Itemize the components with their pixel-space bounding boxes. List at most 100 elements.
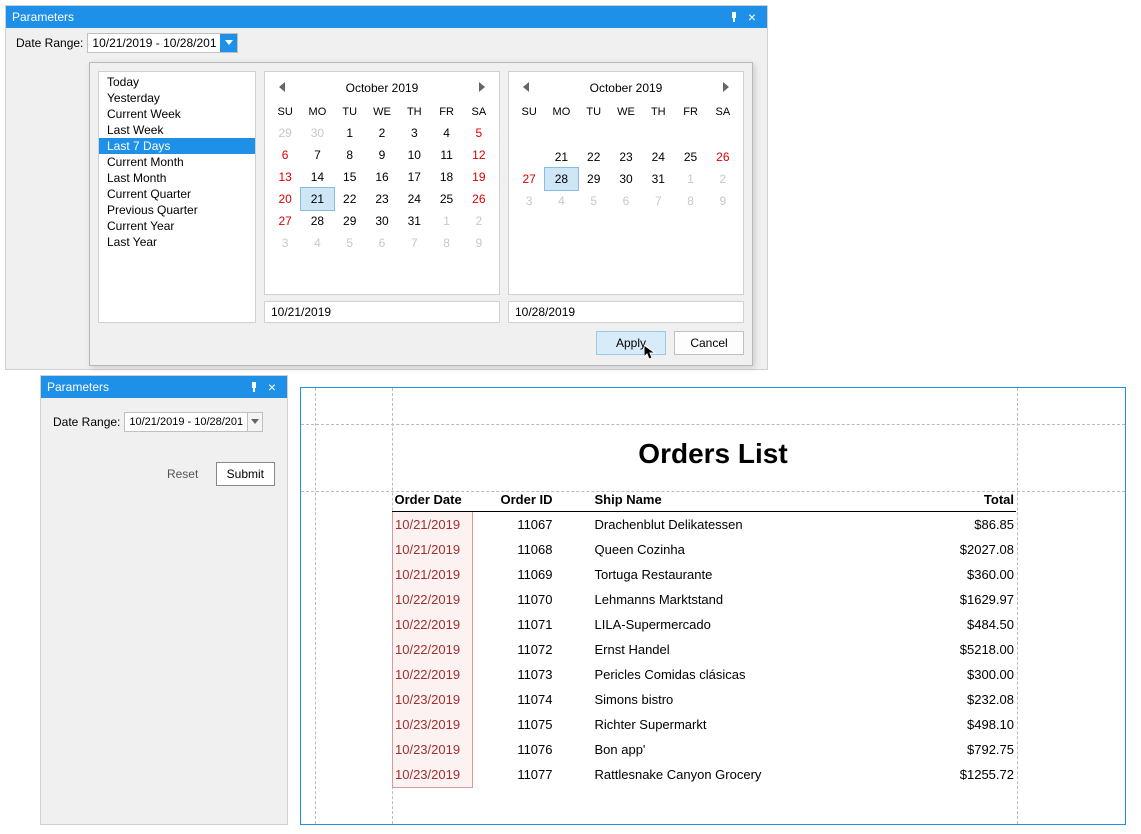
- calendar-day[interactable]: 23: [610, 146, 642, 168]
- submit-button[interactable]: Submit: [216, 462, 275, 486]
- order-id-cell: 11068: [473, 537, 593, 562]
- calendar-day[interactable]: 7: [398, 232, 430, 254]
- calendar-day[interactable]: 27: [269, 210, 301, 232]
- calendar-day[interactable]: 7: [301, 144, 333, 166]
- calendar-day[interactable]: 10: [398, 144, 430, 166]
- calendar-day[interactable]: 2: [707, 168, 739, 190]
- order-id-cell: 11069: [473, 562, 593, 587]
- prev-month-icon[interactable]: [517, 78, 535, 96]
- calendar-day[interactable]: 26: [707, 146, 739, 168]
- calendar-day[interactable]: 4: [430, 122, 462, 144]
- calendar-day[interactable]: 29: [578, 168, 610, 190]
- calendar-day[interactable]: 1: [430, 210, 462, 232]
- end-date-input[interactable]: [508, 301, 744, 323]
- preset-item[interactable]: Previous Quarter: [99, 202, 255, 218]
- calendar-title[interactable]: October 2019: [346, 81, 419, 95]
- calendar-day[interactable]: 23: [366, 188, 398, 210]
- close-icon[interactable]: ×: [263, 378, 281, 396]
- calendar-day[interactable]: 22: [578, 146, 610, 168]
- pin-icon[interactable]: [725, 8, 743, 26]
- date-range-input[interactable]: [125, 413, 247, 431]
- calendar-day[interactable]: 30: [610, 168, 642, 190]
- calendar-day[interactable]: 7: [642, 190, 674, 212]
- calendar-day[interactable]: 8: [430, 232, 462, 254]
- calendar-day[interactable]: 21: [300, 187, 334, 211]
- calendar-day[interactable]: 5: [463, 122, 495, 144]
- calendar-day[interactable]: 27: [513, 168, 545, 190]
- calendar-day[interactable]: 2: [463, 210, 495, 232]
- close-icon[interactable]: ×: [743, 8, 761, 26]
- date-range-field[interactable]: [87, 33, 238, 53]
- calendar-day[interactable]: 9: [463, 232, 495, 254]
- reset-button[interactable]: Reset: [158, 462, 208, 486]
- calendar-day: [578, 138, 610, 146]
- calendar-day[interactable]: 30: [301, 122, 333, 144]
- calendar-day[interactable]: 1: [334, 122, 366, 144]
- prev-month-icon[interactable]: [273, 78, 291, 96]
- preset-item[interactable]: Current Year: [99, 218, 255, 234]
- calendar-day[interactable]: 14: [301, 166, 333, 188]
- cancel-button[interactable]: Cancel: [674, 331, 744, 355]
- calendar-day[interactable]: 1: [674, 168, 706, 190]
- preset-item[interactable]: Last 7 Days: [99, 138, 255, 154]
- calendar-day[interactable]: 6: [269, 144, 301, 166]
- calendar-day[interactable]: 24: [398, 188, 430, 210]
- calendar-day[interactable]: 9: [366, 144, 398, 166]
- calendar-day: [578, 122, 610, 130]
- dropdown-toggle-icon[interactable]: [220, 34, 237, 52]
- calendar-day[interactable]: 11: [430, 144, 462, 166]
- calendar-day[interactable]: 4: [545, 190, 577, 212]
- next-month-icon[interactable]: [717, 78, 735, 96]
- preset-item[interactable]: Yesterday: [99, 90, 255, 106]
- calendar-day[interactable]: 8: [674, 190, 706, 212]
- calendar-day: [610, 130, 642, 138]
- calendar-day[interactable]: 29: [269, 122, 301, 144]
- date-range-input[interactable]: [88, 34, 220, 52]
- calendar-day[interactable]: 26: [463, 188, 495, 210]
- preset-item[interactable]: Last Month: [99, 170, 255, 186]
- calendar-day[interactable]: 6: [366, 232, 398, 254]
- calendar-day[interactable]: 13: [269, 166, 301, 188]
- calendar-day[interactable]: 17: [398, 166, 430, 188]
- calendar-day[interactable]: 25: [430, 188, 462, 210]
- date-range-field[interactable]: [124, 412, 263, 432]
- calendar-day[interactable]: 21: [545, 146, 577, 168]
- calendar-day[interactable]: 28: [544, 167, 578, 191]
- start-date-input[interactable]: [264, 301, 500, 323]
- calendar-day[interactable]: 28: [301, 210, 333, 232]
- order-id-cell: 11074: [473, 687, 593, 712]
- calendar-day[interactable]: 8: [334, 144, 366, 166]
- preset-item[interactable]: Today: [99, 74, 255, 90]
- calendar-title[interactable]: October 2019: [590, 81, 663, 95]
- calendar-day[interactable]: 2: [366, 122, 398, 144]
- calendar-day[interactable]: 29: [334, 210, 366, 232]
- preset-item[interactable]: Current Quarter: [99, 186, 255, 202]
- calendar-day[interactable]: 30: [366, 210, 398, 232]
- dropdown-toggle-icon[interactable]: [247, 413, 262, 431]
- calendar-day[interactable]: 5: [334, 232, 366, 254]
- calendar-day[interactable]: 3: [513, 190, 545, 212]
- calendar-day[interactable]: 22: [334, 188, 366, 210]
- calendar-day[interactable]: 20: [269, 188, 301, 210]
- calendar-day[interactable]: 31: [642, 168, 674, 190]
- calendar-day[interactable]: 5: [578, 190, 610, 212]
- calendar-day[interactable]: 4: [301, 232, 333, 254]
- next-month-icon[interactable]: [473, 78, 491, 96]
- calendar-day[interactable]: 3: [269, 232, 301, 254]
- preset-item[interactable]: Last Week: [99, 122, 255, 138]
- calendar-day[interactable]: 18: [430, 166, 462, 188]
- calendar-day[interactable]: 9: [707, 190, 739, 212]
- calendar-day[interactable]: 24: [642, 146, 674, 168]
- pin-icon[interactable]: [245, 378, 263, 396]
- preset-item[interactable]: Current Week: [99, 106, 255, 122]
- calendar-day[interactable]: 25: [674, 146, 706, 168]
- preset-item[interactable]: Current Month: [99, 154, 255, 170]
- calendar-day[interactable]: 12: [463, 144, 495, 166]
- calendar-day[interactable]: 6: [610, 190, 642, 212]
- calendar-day[interactable]: 15: [334, 166, 366, 188]
- preset-item[interactable]: Last Year: [99, 234, 255, 250]
- calendar-day[interactable]: 19: [463, 166, 495, 188]
- calendar-day[interactable]: 3: [398, 122, 430, 144]
- calendar-day[interactable]: 16: [366, 166, 398, 188]
- calendar-day[interactable]: 31: [398, 210, 430, 232]
